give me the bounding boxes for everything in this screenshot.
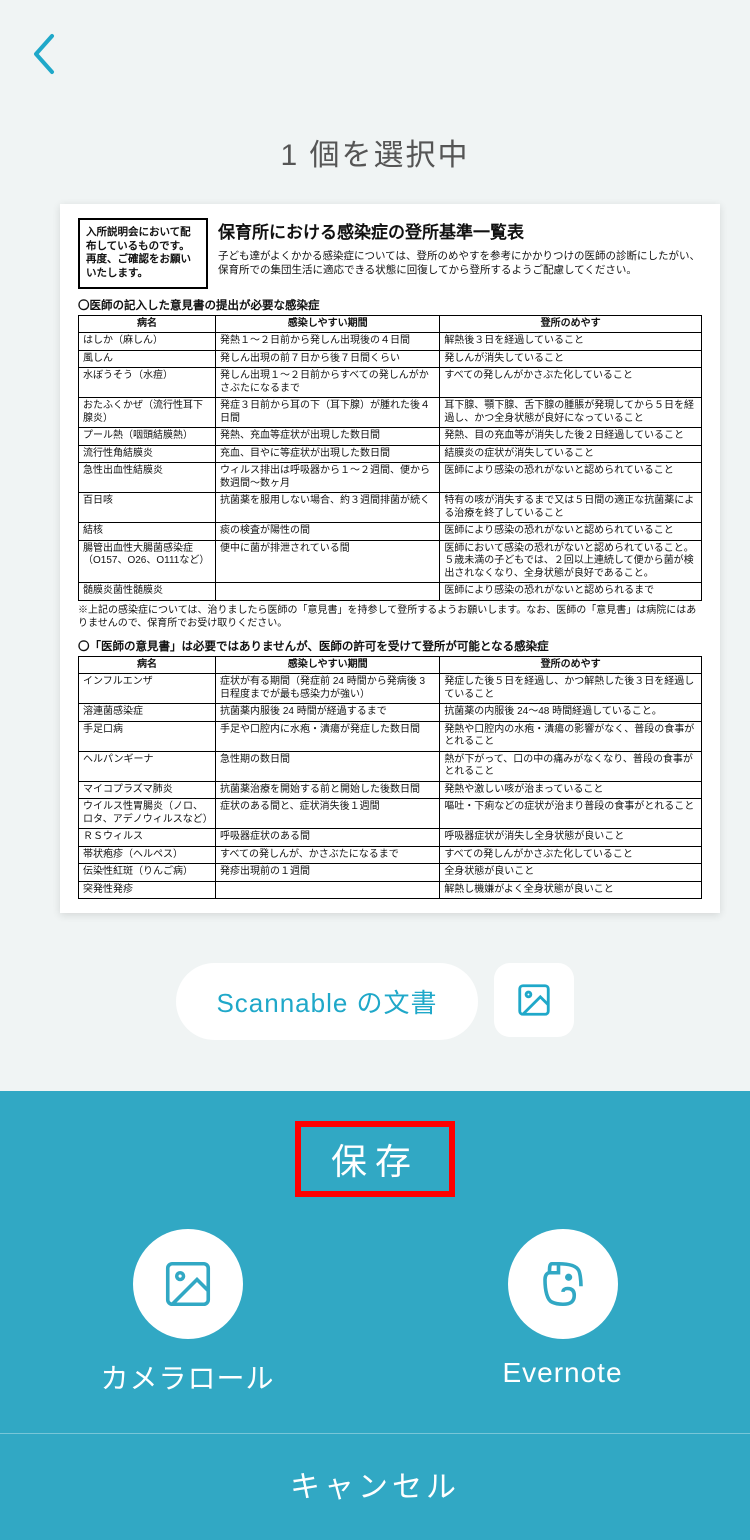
- save-panel: 保存 カメラロール Evernote キャンセル: [0, 1091, 750, 1540]
- selection-count: 1 個を選択中: [0, 120, 750, 194]
- save-evernote[interactable]: Evernote: [375, 1229, 750, 1397]
- document-preview[interactable]: 入所説明会において配布しているものです。再度、ご確認をお願いいたします。 保育所…: [60, 204, 720, 913]
- doc-intro: 子ども達がよくかかる感染症については、登所のめやすを参考にかかりつけの医師の診断…: [218, 249, 702, 277]
- doc-title: 保育所における感染症の登所基準一覧表: [218, 218, 702, 243]
- camera-roll-label: カメラロール: [100, 1357, 274, 1397]
- section2-heading: 〇「医師の意見書」は必要ではありませんが、医師の許可を受けて登所が可能となる感染…: [78, 638, 702, 654]
- save-camera-roll[interactable]: カメラロール: [0, 1229, 375, 1397]
- filename-input[interactable]: Scannable の文書: [176, 963, 477, 1040]
- image-icon: [515, 981, 553, 1019]
- infection-table-2: 病名感染しやすい期間登所のめやすインフルエンザ症状が有る期間（発症前 24 時間…: [78, 656, 702, 900]
- section1-footnote: ※上記の感染症については、治りましたら医師の「意見書」を持参して登所するようお願…: [78, 604, 702, 630]
- evernote-label: Evernote: [502, 1357, 622, 1389]
- evernote-icon: [536, 1257, 590, 1311]
- image-icon: [161, 1257, 215, 1311]
- section1-heading: 〇医師の記入した意見書の提出が必要な感染症: [78, 297, 702, 313]
- thumbnail-button[interactable]: [494, 963, 574, 1037]
- notice-box: 入所説明会において配布しているものです。再度、ご確認をお願いいたします。: [78, 218, 208, 289]
- save-header: 保存: [0, 1091, 750, 1209]
- infection-table-1: 病名感染しやすい期間登所のめやすはしか（麻しん）発熱１～２日前から発しん出現後の…: [78, 315, 702, 601]
- cancel-button[interactable]: キャンセル: [0, 1433, 750, 1540]
- back-button[interactable]: [30, 30, 58, 90]
